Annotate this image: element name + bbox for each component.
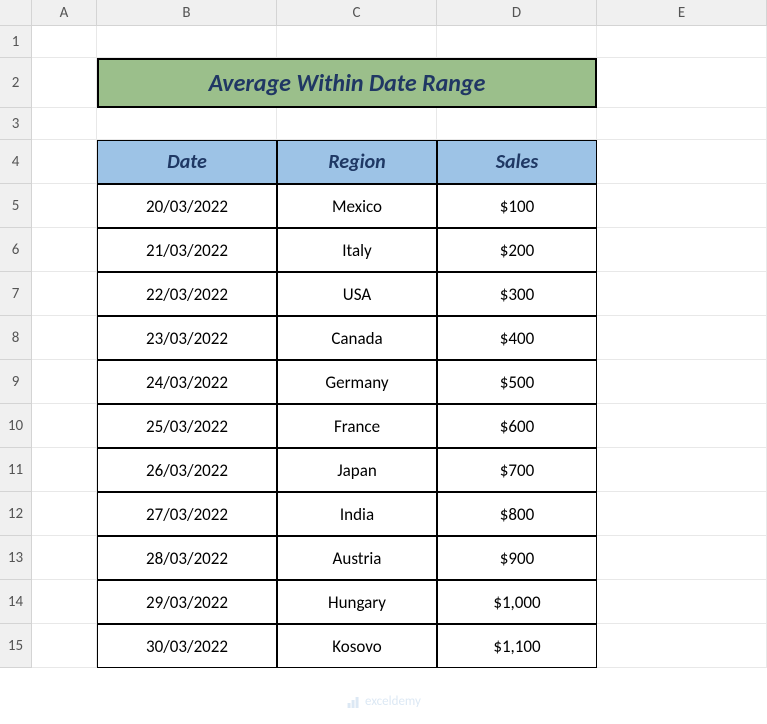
row-header-12[interactable]: 12	[0, 492, 32, 536]
data-region[interactable]: Japan	[277, 448, 437, 492]
row-header-5[interactable]: 5	[0, 184, 32, 228]
row-header-10[interactable]: 10	[0, 404, 32, 448]
row-header-7[interactable]: 7	[0, 272, 32, 316]
cell-a2[interactable]	[32, 58, 97, 108]
cell-e12[interactable]	[597, 492, 767, 536]
data-date[interactable]: 21/03/2022	[97, 228, 277, 272]
data-sales[interactable]: $400	[437, 316, 597, 360]
data-sales[interactable]: $500	[437, 360, 597, 404]
row-header-6[interactable]: 6	[0, 228, 32, 272]
cell-a5[interactable]	[32, 184, 97, 228]
data-date[interactable]: 27/03/2022	[97, 492, 277, 536]
data-date[interactable]: 29/03/2022	[97, 580, 277, 624]
table-header-region[interactable]: Region	[277, 140, 437, 184]
data-sales[interactable]: $200	[437, 228, 597, 272]
cell-a14[interactable]	[32, 580, 97, 624]
col-header-e[interactable]: E	[597, 0, 767, 26]
title-cell[interactable]: Average Within Date Range	[97, 58, 597, 108]
cell-e13[interactable]	[597, 536, 767, 580]
cell-e5[interactable]	[597, 184, 767, 228]
cell-b3[interactable]	[97, 108, 277, 140]
row-header-13[interactable]: 13	[0, 536, 32, 580]
cell-e3[interactable]	[597, 108, 767, 140]
row-header-14[interactable]: 14	[0, 580, 32, 624]
row-header-1[interactable]: 1	[0, 26, 32, 58]
data-sales[interactable]: $1,100	[437, 624, 597, 668]
cell-e1[interactable]	[597, 26, 767, 58]
cell-a11[interactable]	[32, 448, 97, 492]
data-date[interactable]: 25/03/2022	[97, 404, 277, 448]
spreadsheet-grid: A B C D E 1 2 Average Within Date Range …	[0, 0, 767, 668]
watermark: exceldemy	[346, 694, 421, 709]
cell-e7[interactable]	[597, 272, 767, 316]
cell-a12[interactable]	[32, 492, 97, 536]
cell-e6[interactable]	[597, 228, 767, 272]
cell-a6[interactable]	[32, 228, 97, 272]
cell-c3[interactable]	[277, 108, 437, 140]
data-sales[interactable]: $700	[437, 448, 597, 492]
cell-a7[interactable]	[32, 272, 97, 316]
data-sales[interactable]: $100	[437, 184, 597, 228]
cell-c1[interactable]	[277, 26, 437, 58]
data-date[interactable]: 22/03/2022	[97, 272, 277, 316]
cell-a4[interactable]	[32, 140, 97, 184]
data-region[interactable]: Hungary	[277, 580, 437, 624]
data-date[interactable]: 28/03/2022	[97, 536, 277, 580]
data-date[interactable]: 30/03/2022	[97, 624, 277, 668]
row-header-11[interactable]: 11	[0, 448, 32, 492]
row-header-2[interactable]: 2	[0, 58, 32, 108]
data-region[interactable]: USA	[277, 272, 437, 316]
data-region[interactable]: Mexico	[277, 184, 437, 228]
table-header-sales[interactable]: Sales	[437, 140, 597, 184]
cell-d1[interactable]	[437, 26, 597, 58]
data-region[interactable]: France	[277, 404, 437, 448]
col-header-a[interactable]: A	[32, 0, 97, 26]
cell-e10[interactable]	[597, 404, 767, 448]
cell-a1[interactable]	[32, 26, 97, 58]
data-sales[interactable]: $1,000	[437, 580, 597, 624]
cell-e8[interactable]	[597, 316, 767, 360]
cell-e15[interactable]	[597, 624, 767, 668]
cell-e14[interactable]	[597, 580, 767, 624]
cell-a15[interactable]	[32, 624, 97, 668]
cell-e4[interactable]	[597, 140, 767, 184]
data-region[interactable]: Kosovo	[277, 624, 437, 668]
cell-d3[interactable]	[437, 108, 597, 140]
data-region[interactable]: India	[277, 492, 437, 536]
row-header-15[interactable]: 15	[0, 624, 32, 668]
data-region[interactable]: Austria	[277, 536, 437, 580]
data-region[interactable]: Canada	[277, 316, 437, 360]
data-date[interactable]: 20/03/2022	[97, 184, 277, 228]
cell-e9[interactable]	[597, 360, 767, 404]
data-sales[interactable]: $600	[437, 404, 597, 448]
chart-icon	[346, 695, 360, 709]
col-header-b[interactable]: B	[97, 0, 277, 26]
cell-a9[interactable]	[32, 360, 97, 404]
data-region[interactable]: Germany	[277, 360, 437, 404]
row-header-9[interactable]: 9	[0, 360, 32, 404]
data-sales[interactable]: $300	[437, 272, 597, 316]
cell-a13[interactable]	[32, 536, 97, 580]
watermark-text: exceldemy	[365, 694, 421, 709]
cell-e2[interactable]	[597, 58, 767, 108]
select-all-corner[interactable]	[0, 0, 32, 26]
col-header-c[interactable]: C	[277, 0, 437, 26]
data-date[interactable]: 23/03/2022	[97, 316, 277, 360]
data-date[interactable]: 24/03/2022	[97, 360, 277, 404]
data-date[interactable]: 26/03/2022	[97, 448, 277, 492]
table-header-date[interactable]: Date	[97, 140, 277, 184]
data-sales[interactable]: $900	[437, 536, 597, 580]
data-sales[interactable]: $800	[437, 492, 597, 536]
row-header-8[interactable]: 8	[0, 316, 32, 360]
cell-b1[interactable]	[97, 26, 277, 58]
col-header-d[interactable]: D	[437, 0, 597, 26]
cell-e11[interactable]	[597, 448, 767, 492]
cell-a10[interactable]	[32, 404, 97, 448]
data-region[interactable]: Italy	[277, 228, 437, 272]
cell-a3[interactable]	[32, 108, 97, 140]
cell-a8[interactable]	[32, 316, 97, 360]
row-header-4[interactable]: 4	[0, 140, 32, 184]
row-header-3[interactable]: 3	[0, 108, 32, 140]
